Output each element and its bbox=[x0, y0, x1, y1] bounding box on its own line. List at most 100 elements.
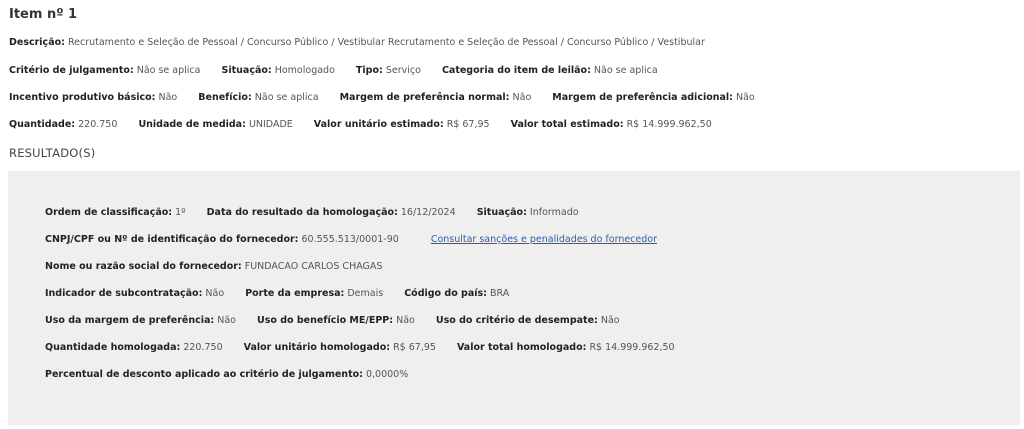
subcontratacao-field: Indicador de subcontratação: Não bbox=[45, 288, 224, 299]
result-usage-row: Uso da margem de preferência: Não Uso do… bbox=[45, 315, 620, 326]
ordem-field: Ordem de classificação: 1º bbox=[45, 207, 186, 218]
item-description-row: Descrição: Recrutamento e Seleção de Pes… bbox=[9, 37, 705, 48]
result-panel: Ordem de classificação: 1º Data do resul… bbox=[8, 171, 1020, 425]
valor-unit-homologado-label: Valor unitário homologado: bbox=[243, 342, 391, 353]
uso-beneficio-field: Uso do benefício ME/EPP: Não bbox=[257, 315, 415, 326]
valor-unit-homologado-field: Valor unitário homologado: R$ 67,95 bbox=[244, 342, 436, 353]
percentual-value: 0,0000% bbox=[365, 369, 409, 380]
uso-beneficio-label: Uso do benefício ME/EPP: bbox=[257, 315, 394, 326]
beneficio-label: Benefício: bbox=[198, 92, 252, 103]
result-order-row: Ordem de classificação: 1º Data do resul… bbox=[45, 207, 579, 218]
valor-total-label: Valor total estimado: bbox=[510, 119, 624, 130]
qtd-homologada-field: Quantidade homologada: 220.750 bbox=[45, 342, 223, 353]
data-resultado-value: 16/12/2024 bbox=[400, 207, 456, 218]
valor-unitario-field: Valor unitário estimado: R$ 67,95 bbox=[314, 119, 490, 130]
categoria-field: Categoria do item de leilão: Não se apli… bbox=[442, 65, 658, 76]
result-situacao-value: Informado bbox=[529, 207, 579, 218]
uso-margem-value: Não bbox=[217, 315, 236, 326]
qtd-homologada-value: 220.750 bbox=[183, 342, 223, 353]
tipo-label: Tipo: bbox=[355, 65, 383, 76]
incentivo-field: Incentivo produtivo básico: Não bbox=[9, 92, 177, 103]
qtd-homologada-label: Quantidade homologada: bbox=[45, 342, 181, 353]
margem-adicional-value: Não bbox=[736, 92, 755, 103]
unidade-value: UNIDADE bbox=[248, 119, 293, 130]
margem-normal-label: Margem de preferência normal: bbox=[339, 92, 510, 103]
item-criteria-row: Critério de julgamento: Não se aplica Si… bbox=[9, 65, 658, 76]
quantidade-label: Quantidade: bbox=[9, 119, 76, 130]
criterio-value: Não se aplica bbox=[136, 65, 201, 76]
porte-label: Porte da empresa: bbox=[245, 288, 345, 299]
categoria-label: Categoria do item de leilão: bbox=[441, 65, 591, 76]
uso-margem-label: Uso da margem de preferência: bbox=[45, 315, 215, 326]
codigo-pais-value: BRA bbox=[489, 288, 510, 299]
uso-margem-field: Uso da margem de preferência: Não bbox=[45, 315, 236, 326]
margem-adicional-field: Margem de preferência adicional: Não bbox=[552, 92, 754, 103]
ordem-value: 1º bbox=[175, 207, 186, 218]
cnpj-field: CNPJ/CPF ou Nº de identificação do forne… bbox=[45, 234, 399, 245]
margem-adicional-label: Margem de preferência adicional: bbox=[552, 92, 733, 103]
percentual-field: Percentual de desconto aplicado ao crité… bbox=[45, 369, 408, 380]
valor-unitario-label: Valor unitário estimado: bbox=[313, 119, 444, 130]
tipo-field: Tipo: Serviço bbox=[356, 65, 421, 76]
margem-normal-field: Margem de preferência normal: Não bbox=[340, 92, 532, 103]
result-name-row: Nome ou razão social do fornecedor: FUND… bbox=[45, 261, 382, 272]
item-detail-page: Item nº 1 Descrição: Recrutamento e Sele… bbox=[0, 0, 1024, 429]
unidade-field: Unidade de medida: UNIDADE bbox=[138, 119, 292, 130]
quantidade-value: 220.750 bbox=[78, 119, 118, 130]
nome-field: Nome ou razão social do fornecedor: FUND… bbox=[45, 261, 382, 272]
percentual-label: Percentual de desconto aplicado ao crité… bbox=[45, 369, 363, 380]
result-discount-row: Percentual de desconto aplicado ao crité… bbox=[45, 369, 408, 380]
result-values-row: Quantidade homologada: 220.750 Valor uni… bbox=[45, 342, 675, 353]
ordem-label: Ordem de classificação: bbox=[45, 207, 173, 218]
beneficio-value: Não se aplica bbox=[254, 92, 319, 103]
item-title: Item nº 1 bbox=[9, 7, 78, 22]
valor-total-homologado-label: Valor total homologado: bbox=[456, 342, 587, 353]
criterio-label: Critério de julgamento: bbox=[9, 65, 134, 76]
result-situacao-field: Situação: Informado bbox=[477, 207, 579, 218]
cnpj-label: CNPJ/CPF ou Nº de identificação do forne… bbox=[45, 234, 299, 245]
subcontratacao-value: Não bbox=[205, 288, 225, 299]
valor-total-field: Valor total estimado: R$ 14.999.962,50 bbox=[511, 119, 712, 130]
item-incentive-row: Incentivo produtivo básico: Não Benefíci… bbox=[9, 92, 755, 103]
valor-total-homologado-field: Valor total homologado: R$ 14.999.962,50 bbox=[457, 342, 675, 353]
data-resultado-field: Data do resultado da homologação: 16/12/… bbox=[207, 207, 456, 218]
valor-total-homologado-value: R$ 14.999.962,50 bbox=[589, 342, 675, 353]
results-title: RESULTADO(S) bbox=[9, 146, 96, 160]
tipo-value: Serviço bbox=[385, 65, 421, 76]
consultar-sancoes-link[interactable]: Consultar sanções e penalidades do forne… bbox=[431, 234, 657, 245]
valor-unit-homologado-value: R$ 67,95 bbox=[393, 342, 436, 353]
result-cnpj-row: CNPJ/CPF ou Nº de identificação do forne… bbox=[45, 234, 657, 245]
nome-label: Nome ou razão social do fornecedor: bbox=[45, 261, 242, 272]
valor-unitario-value: R$ 67,95 bbox=[446, 119, 490, 130]
categoria-value: Não se aplica bbox=[593, 65, 658, 76]
cnpj-value: 60.555.513/0001-90 bbox=[301, 234, 399, 245]
descricao-label: Descrição: bbox=[9, 37, 65, 48]
situacao-field: Situação: Homologado bbox=[222, 65, 335, 76]
uso-beneficio-value: Não bbox=[396, 315, 415, 326]
valor-total-value: R$ 14.999.962,50 bbox=[626, 119, 712, 130]
margem-normal-value: Não bbox=[512, 92, 532, 103]
beneficio-field: Benefício: Não se aplica bbox=[198, 92, 318, 103]
item-quantity-row: Quantidade: 220.750 Unidade de medida: U… bbox=[9, 119, 712, 130]
codigo-pais-label: Código do país: bbox=[404, 288, 487, 299]
incentivo-value: Não bbox=[158, 92, 178, 103]
uso-criterio-value: Não bbox=[600, 315, 620, 326]
uso-criterio-label: Uso do critério de desempate: bbox=[435, 315, 598, 326]
situacao-value: Homologado bbox=[274, 65, 335, 76]
criterio-field: Critério de julgamento: Não se aplica bbox=[9, 65, 200, 76]
uso-criterio-field: Uso do critério de desempate: Não bbox=[436, 315, 620, 326]
result-company-row: Indicador de subcontratação: Não Porte d… bbox=[45, 288, 509, 299]
result-situacao-label: Situação: bbox=[476, 207, 527, 218]
unidade-label: Unidade de medida: bbox=[138, 119, 246, 130]
descricao-value: Recrutamento e Seleção de Pessoal / Conc… bbox=[67, 37, 705, 48]
subcontratacao-label: Indicador de subcontratação: bbox=[45, 288, 203, 299]
codigo-pais-field: Código do país: BRA bbox=[404, 288, 509, 299]
nome-value: FUNDACAO CARLOS CHAGAS bbox=[244, 261, 383, 272]
descricao-field: Descrição: Recrutamento e Seleção de Pes… bbox=[9, 37, 705, 48]
data-resultado-label: Data do resultado da homologação: bbox=[206, 207, 398, 218]
porte-field: Porte da empresa: Demais bbox=[245, 288, 383, 299]
porte-value: Demais bbox=[347, 288, 384, 299]
situacao-label: Situação: bbox=[221, 65, 272, 76]
incentivo-label: Incentivo produtivo básico: bbox=[9, 92, 156, 103]
quantidade-field: Quantidade: 220.750 bbox=[9, 119, 117, 130]
